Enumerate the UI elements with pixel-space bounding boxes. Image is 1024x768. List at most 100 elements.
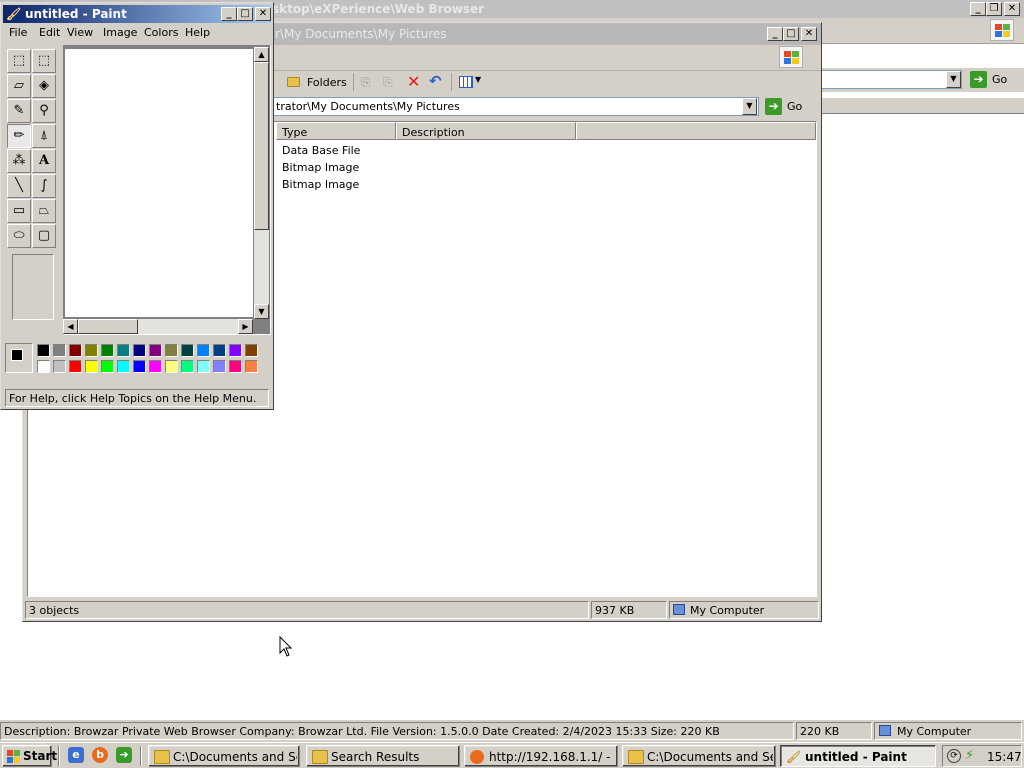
- browser-close-button[interactable]: ✕: [1004, 2, 1020, 16]
- palette-swatch[interactable]: [213, 344, 226, 357]
- free-select-icon[interactable]: ⬚: [7, 49, 31, 73]
- palette-swatch[interactable]: [165, 360, 178, 373]
- palette-swatch[interactable]: [229, 360, 242, 373]
- palette-swatch[interactable]: [69, 344, 82, 357]
- palette-swatch[interactable]: [85, 360, 98, 373]
- scroll-right-button[interactable]: ▶: [238, 319, 253, 334]
- browser-address-dropdown[interactable]: ▼: [946, 71, 961, 88]
- horizontal-scroll-thumb[interactable]: [78, 319, 138, 334]
- brush-icon[interactable]: ⍋: [32, 124, 56, 148]
- column-header-description[interactable]: Description: [396, 122, 576, 140]
- taskbar-button-search[interactable]: Search Results: [306, 745, 460, 767]
- palette-swatch[interactable]: [245, 344, 258, 357]
- tray-network-icon[interactable]: ⚡: [965, 748, 981, 764]
- rectangle-icon[interactable]: ▭: [7, 199, 31, 223]
- current-colors[interactable]: [5, 343, 33, 373]
- palette-swatch[interactable]: [69, 360, 82, 373]
- palette-swatch[interactable]: [117, 344, 130, 357]
- explorer-minimize-button[interactable]: _: [767, 27, 783, 41]
- ie-icon[interactable]: e: [68, 747, 84, 763]
- palette-swatch[interactable]: [85, 344, 98, 357]
- palette-swatch[interactable]: [181, 360, 194, 373]
- palette-swatch[interactable]: [181, 344, 194, 357]
- status-zone: My Computer: [874, 722, 1022, 740]
- pencil-icon[interactable]: ✏: [7, 124, 31, 148]
- palette-swatch[interactable]: [133, 360, 146, 373]
- palette-swatch[interactable]: [53, 360, 66, 373]
- vertical-scroll-thumb[interactable]: [254, 62, 269, 230]
- palette-swatch[interactable]: [101, 344, 114, 357]
- taskbar-clock[interactable]: 15:47: [987, 750, 1022, 764]
- palette-swatch[interactable]: [149, 360, 162, 373]
- palette-swatch[interactable]: [37, 360, 50, 373]
- rounded-rect-icon[interactable]: ▢: [32, 224, 56, 248]
- horizontal-scrollbar[interactable]: ◀ ▶: [63, 319, 253, 334]
- palette-swatch[interactable]: [197, 344, 210, 357]
- menu-view[interactable]: View: [67, 26, 93, 39]
- menu-colors[interactable]: Colors: [144, 26, 178, 39]
- magnifier-icon[interactable]: ⚲: [32, 99, 56, 123]
- menu-edit[interactable]: Edit: [39, 26, 60, 39]
- menu-help[interactable]: Help: [185, 26, 210, 39]
- scroll-up-button[interactable]: ▲: [254, 47, 269, 62]
- palette-swatch[interactable]: [133, 344, 146, 357]
- palette-swatch[interactable]: [101, 360, 114, 373]
- palette-swatch[interactable]: [197, 360, 210, 373]
- start-button[interactable]: Start: [2, 745, 57, 767]
- taskbar-button-documents[interactable]: C:\Documents and Setti...: [148, 745, 300, 767]
- menu-file[interactable]: File: [9, 26, 27, 39]
- palette-swatch[interactable]: [213, 360, 226, 373]
- column-header-type[interactable]: Type: [276, 122, 396, 140]
- list-item[interactable]: Data Base File: [282, 144, 360, 157]
- go-arrow-icon[interactable]: ➔: [116, 747, 132, 763]
- views-button[interactable]: ▼: [459, 75, 483, 91]
- text-icon[interactable]: A: [32, 149, 56, 173]
- list-item[interactable]: Bitmap Image: [282, 161, 359, 174]
- browser-restore-button[interactable]: ❐: [986, 2, 1002, 16]
- paint-minimize-button[interactable]: _: [221, 7, 237, 21]
- menu-image[interactable]: Image: [103, 26, 137, 39]
- taskbar-button-paint[interactable]: 🖌 untitled - Paint: [780, 745, 936, 767]
- explorer-maximize-button[interactable]: □: [783, 27, 799, 41]
- list-item[interactable]: Bitmap Image: [282, 178, 359, 191]
- explorer-address-input[interactable]: trator\My Documents\My Pictures: [271, 97, 759, 116]
- palette-swatch[interactable]: [117, 360, 130, 373]
- folders-button[interactable]: Folders: [285, 74, 347, 92]
- browser-address-input[interactable]: [820, 70, 962, 89]
- explorer-close-button[interactable]: ✕: [801, 27, 817, 41]
- browser-minimize-button[interactable]: _: [970, 2, 986, 16]
- palette-swatch[interactable]: [53, 344, 66, 357]
- move-to-icon[interactable]: ⎘: [361, 75, 375, 89]
- paint-close-button[interactable]: ✕: [255, 7, 271, 21]
- palette-swatch[interactable]: [229, 344, 242, 357]
- fill-icon[interactable]: ◈: [32, 74, 56, 98]
- palette-swatch[interactable]: [245, 360, 258, 373]
- delete-icon[interactable]: ✕: [407, 72, 423, 91]
- browzar-icon[interactable]: b: [92, 747, 108, 763]
- airbrush-icon[interactable]: ⁂: [7, 149, 31, 173]
- vertical-scrollbar[interactable]: ▲ ▼: [254, 47, 269, 319]
- polygon-icon[interactable]: ⏢: [32, 199, 56, 223]
- explorer-go-button[interactable]: ➔ Go: [765, 97, 815, 117]
- undo-icon[interactable]: ↶: [429, 72, 445, 90]
- taskbar-button-documents-2[interactable]: C:\Documents and Setti...: [622, 745, 776, 767]
- taskbar-button-browser[interactable]: http://192.168.1.1/ - Bro...: [464, 745, 618, 767]
- paint-maximize-button[interactable]: □: [237, 7, 253, 21]
- palette-swatch[interactable]: [149, 344, 162, 357]
- palette-swatch[interactable]: [165, 344, 178, 357]
- rect-select-icon[interactable]: ⬚: [32, 49, 56, 73]
- tray-clock-icon[interactable]: ⟳: [947, 749, 961, 763]
- tool-options-box[interactable]: [12, 254, 54, 320]
- explorer-address-dropdown[interactable]: ▼: [742, 98, 757, 115]
- color-picker-icon[interactable]: ✎: [7, 99, 31, 123]
- curve-icon[interactable]: ∫: [32, 174, 56, 198]
- ellipse-icon[interactable]: ⬭: [7, 224, 31, 248]
- copy-to-icon[interactable]: ⎘: [383, 75, 397, 89]
- eraser-icon[interactable]: ▱: [7, 74, 31, 98]
- scroll-down-button[interactable]: ▼: [254, 304, 269, 319]
- scroll-left-button[interactable]: ◀: [63, 319, 78, 334]
- browser-go-button[interactable]: ➔ Go: [970, 70, 1020, 90]
- line-icon[interactable]: ╲: [7, 174, 31, 198]
- palette-swatch[interactable]: [37, 344, 50, 357]
- drawing-canvas[interactable]: [65, 49, 253, 317]
